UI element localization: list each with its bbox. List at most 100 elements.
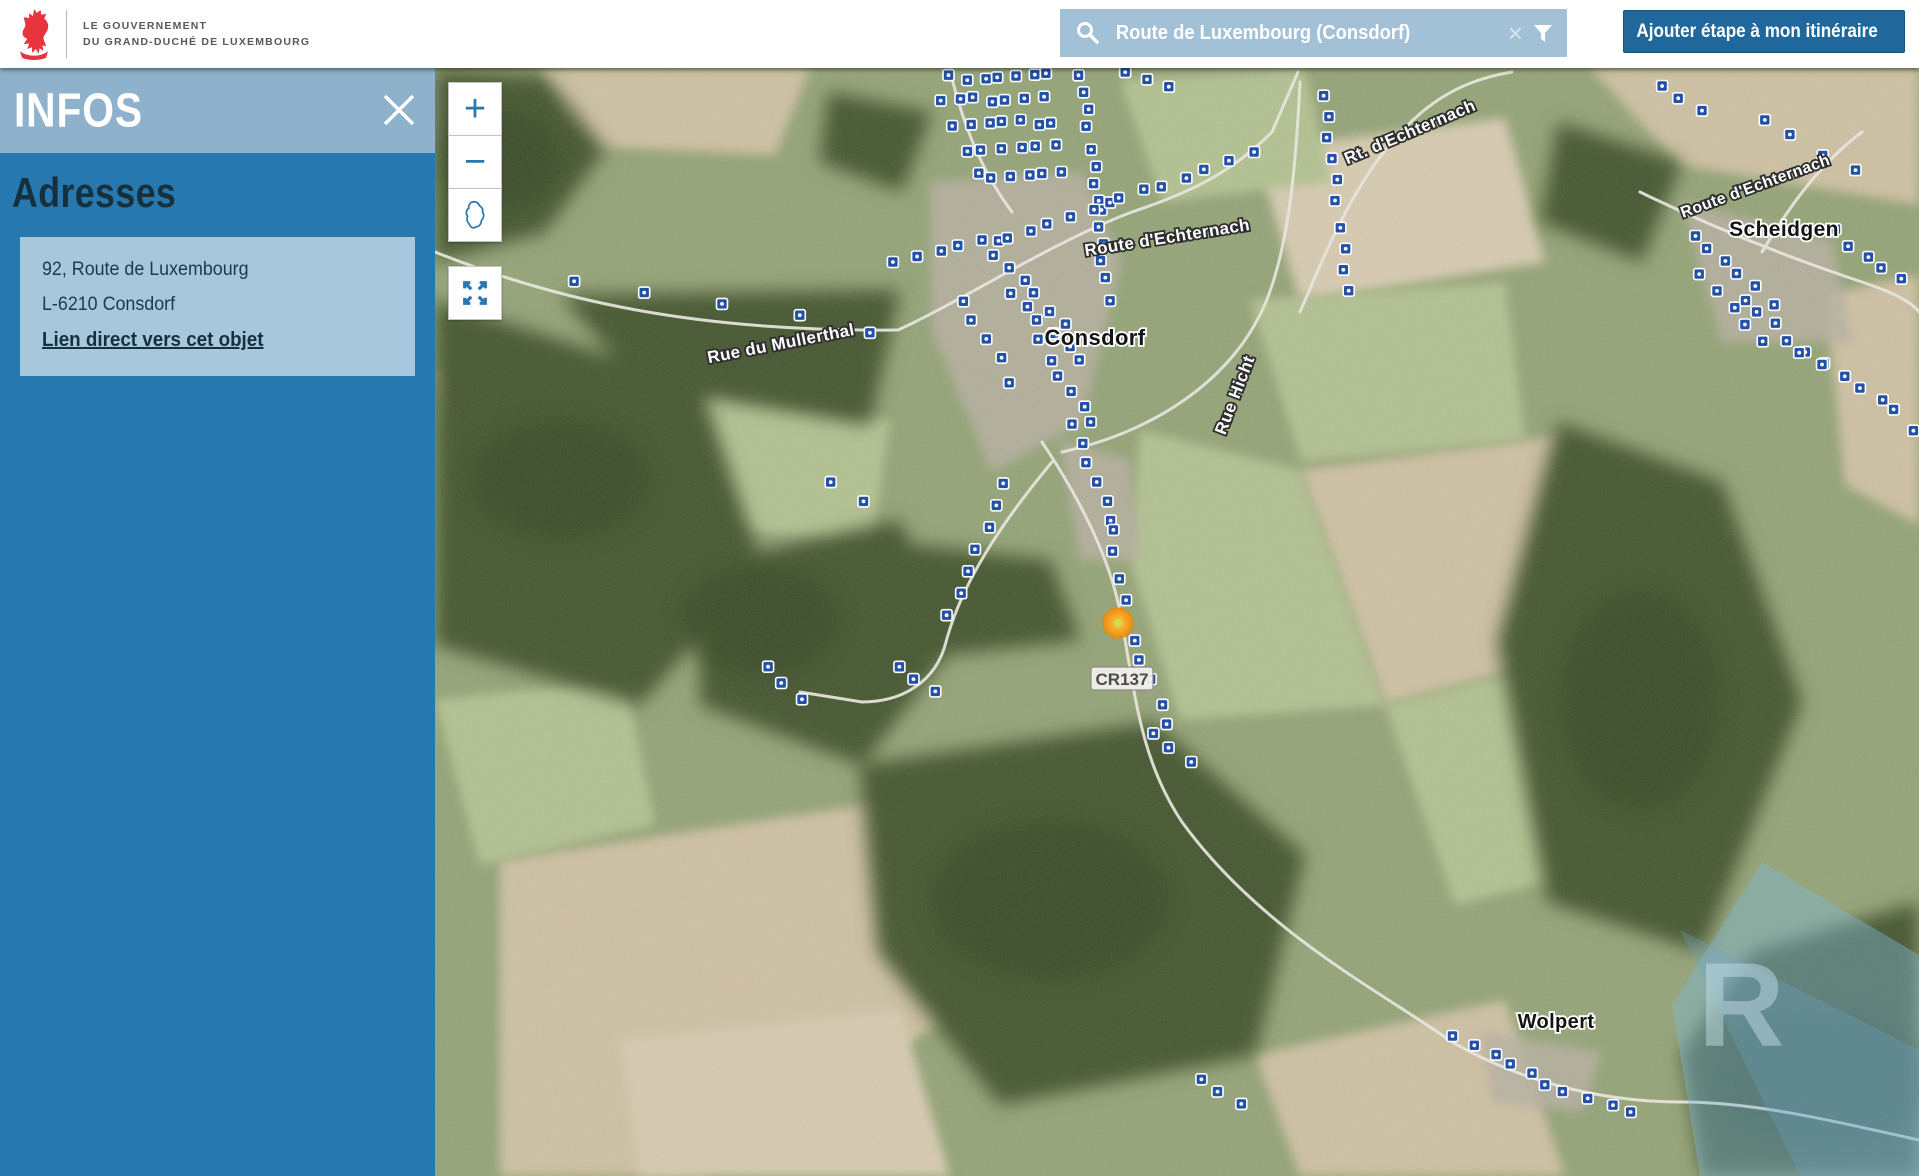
address-marker[interactable] xyxy=(1156,181,1167,192)
address-marker[interactable] xyxy=(1739,319,1750,330)
address-marker[interactable] xyxy=(858,496,869,507)
address-marker[interactable] xyxy=(1249,147,1260,158)
address-marker[interactable] xyxy=(952,240,963,251)
address-marker[interactable] xyxy=(1794,347,1805,358)
address-marker[interactable] xyxy=(1093,221,1104,232)
address-marker[interactable] xyxy=(987,96,998,107)
address-marker[interactable] xyxy=(1757,336,1768,347)
address-marker[interactable] xyxy=(1469,1040,1480,1051)
address-marker[interactable] xyxy=(1011,71,1022,82)
address-marker[interactable] xyxy=(1877,394,1888,405)
address-marker[interactable] xyxy=(1338,264,1349,275)
address-marker[interactable] xyxy=(1085,417,1096,428)
address-marker[interactable] xyxy=(1335,222,1346,233)
address-marker[interactable] xyxy=(981,333,992,344)
address-marker[interactable] xyxy=(936,246,947,257)
address-marker[interactable] xyxy=(794,310,805,321)
address-marker[interactable] xyxy=(1163,81,1174,92)
address-marker[interactable] xyxy=(999,95,1010,106)
zoom-in-button[interactable]: + xyxy=(448,82,502,136)
address-marker[interactable] xyxy=(1625,1107,1636,1118)
address-marker[interactable] xyxy=(763,661,774,672)
address-marker[interactable] xyxy=(984,522,995,533)
address-marker[interactable] xyxy=(1863,252,1874,263)
address-marker[interactable] xyxy=(912,251,923,262)
address-marker[interactable] xyxy=(1701,243,1712,254)
address-marker[interactable] xyxy=(1083,104,1094,115)
address-marker[interactable] xyxy=(1694,269,1705,280)
address-marker[interactable] xyxy=(1100,272,1111,283)
address-marker[interactable] xyxy=(1157,699,1168,710)
address-marker[interactable] xyxy=(1759,114,1770,125)
address-marker[interactable] xyxy=(1343,285,1354,296)
address-marker[interactable] xyxy=(1731,268,1742,279)
add-to-itinerary-button[interactable]: Ajouter étape à mon itinéraire xyxy=(1623,10,1905,53)
address-marker[interactable] xyxy=(1720,256,1731,267)
address-marker[interactable] xyxy=(1321,132,1332,143)
address-marker[interactable] xyxy=(1608,1100,1619,1111)
address-marker[interactable] xyxy=(930,686,941,697)
address-marker[interactable] xyxy=(1056,167,1067,178)
address-marker[interactable] xyxy=(956,588,967,599)
address-marker[interactable] xyxy=(935,95,946,106)
search-bar[interactable]: × xyxy=(1060,9,1567,57)
address-marker[interactable] xyxy=(1033,334,1044,345)
address-marker[interactable] xyxy=(639,287,650,298)
address-marker[interactable] xyxy=(1022,301,1033,312)
address-marker[interactable] xyxy=(1046,355,1057,366)
filter-icon[interactable] xyxy=(1533,25,1553,42)
address-marker[interactable] xyxy=(996,116,1007,127)
address-marker[interactable] xyxy=(1729,302,1740,313)
address-marker[interactable] xyxy=(1582,1093,1593,1104)
address-marker[interactable] xyxy=(1186,757,1197,768)
highlighted-address-marker[interactable] xyxy=(1103,608,1133,638)
address-marker[interactable] xyxy=(1028,287,1039,298)
address-marker[interactable] xyxy=(973,168,984,179)
address-marker[interactable] xyxy=(1673,93,1684,104)
address-marker[interactable] xyxy=(996,352,1007,363)
address-marker[interactable] xyxy=(1839,371,1850,382)
address-marker[interactable] xyxy=(966,315,977,326)
fullscreen-button[interactable] xyxy=(448,266,502,320)
address-marker[interactable] xyxy=(1876,262,1887,273)
address-marker[interactable] xyxy=(1163,742,1174,753)
address-marker[interactable] xyxy=(1329,195,1340,206)
address-marker[interactable] xyxy=(1236,1098,1247,1109)
address-marker[interactable] xyxy=(1850,165,1861,176)
address-marker[interactable] xyxy=(1181,173,1192,184)
address-marker[interactable] xyxy=(1505,1058,1516,1069)
address-marker[interactable] xyxy=(1769,299,1780,310)
address-marker[interactable] xyxy=(1318,90,1329,101)
address-marker[interactable] xyxy=(962,75,973,86)
address-marker[interactable] xyxy=(1539,1079,1550,1090)
address-marker[interactable] xyxy=(1113,192,1124,203)
country-overview-button[interactable] xyxy=(448,188,502,242)
address-marker[interactable] xyxy=(1491,1049,1502,1060)
address-marker[interactable] xyxy=(947,121,958,132)
address-marker[interactable] xyxy=(1223,155,1234,166)
map-viewport[interactable]: R CR137Route d'EchternachRt. d'Echternac… xyxy=(435,68,1919,1176)
address-marker[interactable] xyxy=(864,327,875,338)
address-marker[interactable] xyxy=(1052,371,1063,382)
address-marker[interactable] xyxy=(717,298,728,309)
address-marker[interactable] xyxy=(1129,635,1140,646)
clear-search-icon[interactable]: × xyxy=(1508,20,1523,46)
zoom-out-button[interactable]: − xyxy=(448,135,502,189)
address-marker[interactable] xyxy=(977,235,988,246)
address-marker[interactable] xyxy=(985,173,996,184)
address-marker[interactable] xyxy=(1015,114,1026,125)
address-marker[interactable] xyxy=(981,73,992,84)
address-marker[interactable] xyxy=(963,566,974,577)
address-marker[interactable] xyxy=(996,143,1007,154)
direct-object-link[interactable]: Lien direct vers cet objet xyxy=(42,329,264,352)
address-marker[interactable] xyxy=(1340,243,1351,254)
address-marker[interactable] xyxy=(941,610,952,621)
address-marker[interactable] xyxy=(1102,496,1113,507)
address-marker[interactable] xyxy=(1065,211,1076,222)
address-marker[interactable] xyxy=(1088,178,1099,189)
address-marker[interactable] xyxy=(1040,68,1051,79)
address-marker[interactable] xyxy=(962,146,973,157)
address-marker[interactable] xyxy=(1066,386,1077,397)
address-marker[interactable] xyxy=(1843,241,1854,252)
address-marker[interactable] xyxy=(1198,164,1209,175)
